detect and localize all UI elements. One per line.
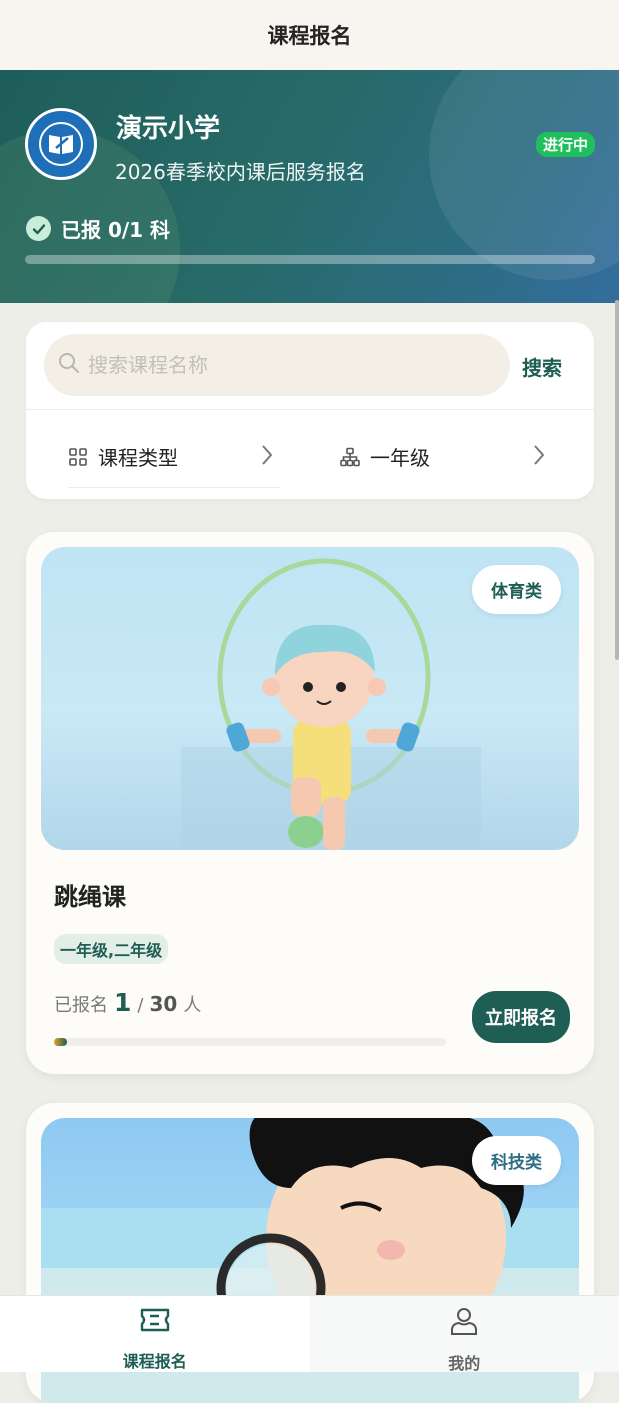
grade-filter-label: 一年级 [370, 442, 430, 471]
tab-label: 我的 [448, 1350, 480, 1374]
hierarchy-icon [340, 447, 360, 467]
scrollbar[interactable] [615, 300, 619, 660]
grade-tag: 一年级,二年级 [54, 934, 168, 964]
separator: / [137, 995, 143, 1016]
search-field[interactable] [44, 334, 510, 396]
bottom-tab-bar: 课程报名 我的 [0, 1295, 619, 1372]
search-button[interactable]: 搜索 [522, 352, 562, 381]
grade-filter[interactable]: 一年级 [340, 442, 430, 471]
course-type-label: 课程类型 [98, 442, 178, 471]
enrolled-number: 1 [114, 988, 131, 1017]
search-input[interactable] [86, 352, 490, 378]
divider [68, 487, 280, 488]
unit-label: 人 [183, 991, 201, 1017]
divider [26, 409, 594, 410]
course-type-badge: 科技类 [472, 1136, 561, 1185]
grid-icon [68, 447, 88, 467]
decor-blob [429, 70, 619, 280]
enrollment-progress-bar [54, 1038, 446, 1046]
enrolled-summary: 已报 0/1 科 [26, 214, 170, 243]
enroll-button[interactable]: 立即报名 [472, 991, 570, 1043]
capacity-number: 30 [149, 992, 177, 1016]
course-cover-image: 体育类 [41, 547, 579, 850]
tab-label: 课程报名 [123, 1348, 187, 1372]
search-icon [58, 352, 80, 378]
status-badge: 进行中 [536, 132, 595, 157]
filter-panel: 搜索 课程类型 一年级 [26, 322, 594, 499]
enrollment-subtitle: 2026春季校内课后服务报名 [115, 156, 366, 185]
tab-course-enrollment[interactable]: 课程报名 [0, 1296, 310, 1372]
enrollment-progress-fill [54, 1038, 67, 1046]
course-card[interactable]: 体育类 跳绳课 一年级,二年级 已报名 1 / 30 人 立即报名 [26, 532, 594, 1074]
course-title: 跳绳课 [54, 877, 126, 912]
enrollment-count: 已报名 1 / 30 人 [54, 988, 201, 1017]
page-title: 课程报名 [0, 0, 619, 70]
user-icon [449, 1306, 479, 1340]
ticket-icon [139, 1306, 171, 1338]
chevron-right-icon [260, 444, 274, 470]
enrolled-progress-bar [25, 255, 595, 264]
tab-mine[interactable]: 我的 [310, 1296, 619, 1372]
school-logo-icon [25, 108, 97, 180]
course-type-badge: 体育类 [472, 565, 561, 614]
school-banner: 演示小学 2026春季校内课后服务报名 进行中 已报 0/1 科 [0, 70, 619, 303]
chevron-right-icon [532, 444, 546, 470]
check-icon [26, 216, 51, 241]
course-type-filter[interactable]: 课程类型 [68, 442, 178, 471]
enrolled-label: 已报名 [54, 991, 108, 1017]
school-name: 演示小学 [116, 108, 220, 145]
enrolled-count: 已报 0/1 科 [61, 214, 170, 243]
